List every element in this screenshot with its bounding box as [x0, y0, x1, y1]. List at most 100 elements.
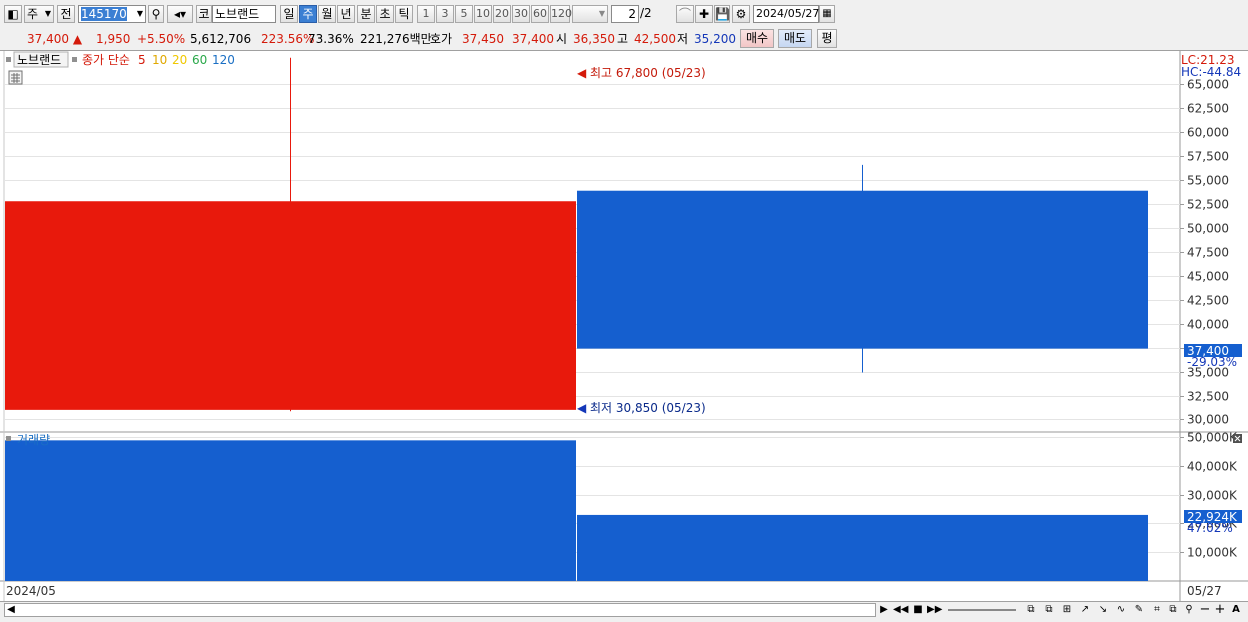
- scroll-right-icon[interactable]: ▶: [877, 603, 891, 617]
- current-price-pct: -29.03%: [1187, 355, 1237, 369]
- copy-icon[interactable]: ⧉: [1166, 603, 1180, 617]
- volume-bar[interactable]: [577, 514, 1148, 581]
- interval-60[interactable]: 60: [531, 5, 549, 23]
- volume-tick-label: 40,000K: [1187, 460, 1238, 474]
- zoom-search-icon[interactable]: ⚲: [1182, 603, 1196, 617]
- draw-wave-icon[interactable]: ∿: [1114, 603, 1128, 617]
- volume-value: 5,612,706: [190, 32, 252, 46]
- pin-icon[interactable]: ⌒: [676, 5, 694, 23]
- interval-3[interactable]: 3: [436, 5, 454, 23]
- interval-20[interactable]: 20: [493, 5, 511, 23]
- pattern-icon[interactable]: ⌗: [1150, 603, 1164, 617]
- price-tick-label: 40,000: [1187, 318, 1229, 332]
- eraser-icon[interactable]: ✎: [1132, 603, 1146, 617]
- date-input[interactable]: 2024/05/27: [753, 5, 819, 23]
- volume-tick-label: 50,000K: [1187, 431, 1238, 445]
- market-label[interactable]: 코: [196, 5, 212, 23]
- legend-marker-icon: [72, 57, 77, 62]
- current-price: 37,400 ▲: [27, 32, 83, 46]
- low-price: 35,200: [694, 32, 736, 46]
- open-price: 36,350: [573, 32, 615, 46]
- bid-price: 37,400: [512, 32, 554, 46]
- trade-amount: 221,276백만: [360, 32, 432, 46]
- price-tick-label: 62,500: [1187, 102, 1229, 116]
- stop-icon[interactable]: ■: [911, 603, 925, 617]
- save-icon[interactable]: 💾: [714, 5, 730, 23]
- zoom-out-icon[interactable]: −: [1198, 603, 1212, 617]
- zoom-in-icon[interactable]: +: [1213, 603, 1227, 617]
- price-tick-label: 55,000: [1187, 174, 1229, 188]
- interval-1[interactable]: 1: [417, 5, 435, 23]
- date-axis-right: 05/27: [1187, 584, 1222, 598]
- market-type-select[interactable]: 주 ▼: [24, 5, 54, 23]
- window-icon[interactable]: ⧉: [1042, 603, 1056, 617]
- buy-button[interactable]: 매수: [740, 29, 774, 48]
- draw-line-icon[interactable]: ↗: [1078, 603, 1092, 617]
- candle-body[interactable]: [577, 190, 1148, 349]
- rewind-icon[interactable]: ◀◀: [893, 603, 908, 617]
- tab-year[interactable]: 년: [337, 5, 355, 23]
- legend-stock-name: 노브랜드: [17, 53, 61, 67]
- sell-button[interactable]: 매도: [778, 29, 812, 48]
- stock-name-field[interactable]: 노브랜드: [212, 5, 276, 23]
- grid-toggle-icon[interactable]: ⊞: [1060, 603, 1074, 617]
- low-label: 저: [677, 32, 689, 46]
- fast-forward-icon[interactable]: ▶▶: [927, 603, 942, 617]
- tab-second[interactable]: 초: [376, 5, 394, 23]
- average-button[interactable]: 평: [817, 29, 837, 48]
- volume-title: 거래량: [17, 433, 50, 447]
- code-value: 145170: [81, 7, 127, 21]
- price-change-pct: +5.50%: [137, 32, 186, 46]
- max-price-arrow-icon: ◀: [577, 66, 587, 80]
- interval-10[interactable]: 10: [474, 5, 492, 23]
- zoom-slider[interactable]: [948, 609, 1016, 611]
- prev-button[interactable]: 전: [57, 5, 75, 23]
- count-input[interactable]: 2: [611, 5, 639, 23]
- legend-marker-icon: [6, 436, 11, 441]
- ask-label: 호가: [430, 32, 453, 46]
- ma-20-label: 20: [172, 53, 187, 67]
- layout-icon[interactable]: ⧉: [1024, 603, 1038, 617]
- search-icon[interactable]: ⚲: [148, 5, 164, 23]
- min-price-arrow-icon: ◀: [577, 401, 587, 415]
- price-tick-label: 32,500: [1187, 390, 1229, 404]
- ma-60-label: 60: [192, 53, 207, 67]
- volume-pct: 47.02%: [1187, 521, 1233, 535]
- price-tick-label: 42,500: [1187, 294, 1229, 308]
- interval-30[interactable]: 30: [512, 5, 530, 23]
- tab-week[interactable]: 주: [299, 5, 317, 23]
- chevron-down-icon: ▼: [598, 9, 605, 18]
- font-size-icon[interactable]: A: [1229, 603, 1243, 617]
- custom-interval-select[interactable]: ▼: [572, 5, 608, 23]
- crosshair-icon[interactable]: ✚: [695, 5, 713, 23]
- volume-tick-label: 10,000K: [1187, 546, 1238, 560]
- price-tick-label: 65,000: [1187, 78, 1229, 92]
- draw-trend-icon[interactable]: ↘: [1096, 603, 1110, 617]
- tab-minute[interactable]: 분: [357, 5, 375, 23]
- horizontal-scrollbar[interactable]: [4, 603, 876, 617]
- ask-price: 37,450: [462, 32, 504, 46]
- tab-month[interactable]: 월: [318, 5, 336, 23]
- code-input[interactable]: 145170 ▼: [78, 5, 146, 23]
- scroll-left-icon[interactable]: ◀: [4, 603, 18, 617]
- interval-120[interactable]: 120: [550, 5, 572, 23]
- open-label: 시: [556, 32, 568, 46]
- speaker-icon[interactable]: ◂▾: [167, 5, 193, 23]
- date-axis-left: 2024/05: [6, 584, 56, 598]
- price-tick-label: 45,000: [1187, 270, 1229, 284]
- tab-day[interactable]: 일: [280, 5, 298, 23]
- up-triangle-icon: ▲: [72, 32, 83, 46]
- tab-tick[interactable]: 틱: [395, 5, 413, 23]
- interval-5[interactable]: 5: [455, 5, 473, 23]
- candle-body[interactable]: [5, 201, 576, 410]
- ma-legend-title: 종가 단순: [82, 53, 130, 67]
- chart-canvas[interactable]: 노브랜드 종가 단순 5 10 20 60 120 ◀ 최고 67,800 (0…: [0, 51, 1248, 601]
- calendar-icon[interactable]: ▦: [819, 5, 835, 23]
- volume-bar[interactable]: [5, 440, 576, 581]
- table-icon-lines: [11, 73, 20, 83]
- gear-icon[interactable]: ⚙: [732, 5, 750, 23]
- window-menu-icon[interactable]: ◧: [4, 5, 22, 23]
- ma-5-label: 5: [138, 53, 146, 67]
- price-tick-label: 52,500: [1187, 198, 1229, 212]
- min-price-note: 최저 30,850 (05/23): [590, 401, 706, 415]
